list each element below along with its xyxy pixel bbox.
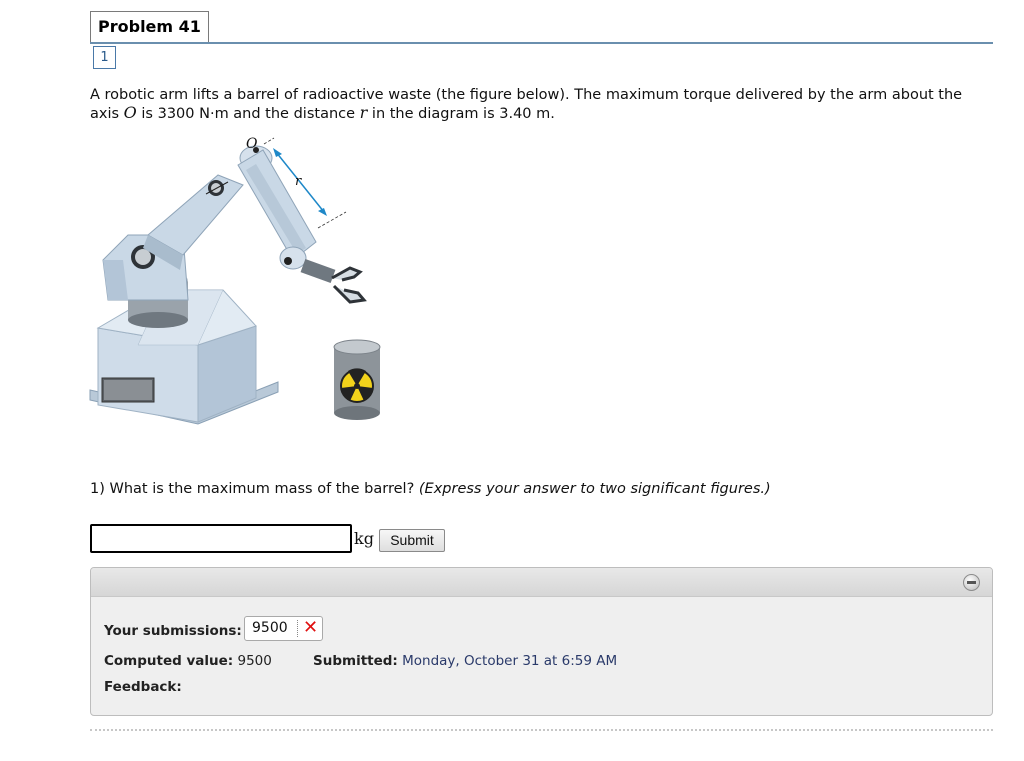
chip-divider bbox=[297, 620, 298, 637]
feedback-row: Feedback: bbox=[104, 679, 182, 695]
label-o: O bbox=[246, 136, 258, 152]
statement-line-1: A robotic arm lifts a barrel of radioact… bbox=[90, 87, 963, 103]
statement-line-2b: is 3300 N·m and the distance bbox=[136, 106, 360, 122]
submission-value: 9500 bbox=[252, 620, 288, 636]
submitted-date: Monday, October 31 at 6:59 AM bbox=[397, 653, 618, 669]
submitted-label: Submitted: bbox=[313, 653, 398, 669]
label-r: r bbox=[295, 174, 302, 189]
computed-value-row: Computed value: 9500 bbox=[104, 653, 272, 669]
problem-statement: A robotic arm lifts a barrel of radioact… bbox=[90, 86, 1000, 123]
results-panel-header bbox=[91, 568, 992, 597]
problem-title: Problem 41 bbox=[90, 11, 209, 42]
question-hint: (Express your answer to two significant … bbox=[418, 481, 771, 497]
problem-header: Problem 41 bbox=[90, 11, 993, 44]
axis-variable: O bbox=[123, 103, 137, 122]
computed-value: 9500 bbox=[233, 653, 272, 669]
submit-button[interactable]: Submit bbox=[379, 529, 445, 552]
unit-label: kg bbox=[354, 529, 374, 548]
feedback-label: Feedback: bbox=[104, 679, 182, 695]
answer-input[interactable] bbox=[90, 524, 352, 553]
question-prefix: 1) What is the maximum mass of the barre… bbox=[90, 481, 419, 497]
statement-line-2c: in the diagram is 3.40 m. bbox=[367, 106, 555, 122]
statement-line-2a: axis bbox=[90, 106, 124, 122]
incorrect-icon: ✕ bbox=[303, 617, 319, 638]
submitted-row: Submitted: Monday, October 31 at 6:59 AM bbox=[313, 653, 617, 669]
robotic-arm-figure: O r bbox=[89, 136, 381, 425]
submissions-label: Your submissions: bbox=[104, 623, 242, 639]
question-text: 1) What is the maximum mass of the barre… bbox=[90, 481, 771, 497]
computed-label: Computed value: bbox=[104, 653, 234, 669]
submission-chip[interactable]: 9500 ✕ bbox=[244, 616, 323, 641]
part-tab-1[interactable]: 1 bbox=[93, 46, 116, 69]
collapse-icon[interactable] bbox=[963, 574, 980, 591]
section-divider bbox=[90, 729, 993, 731]
results-panel: Your submissions: 9500 ✕ Computed value:… bbox=[90, 567, 993, 716]
